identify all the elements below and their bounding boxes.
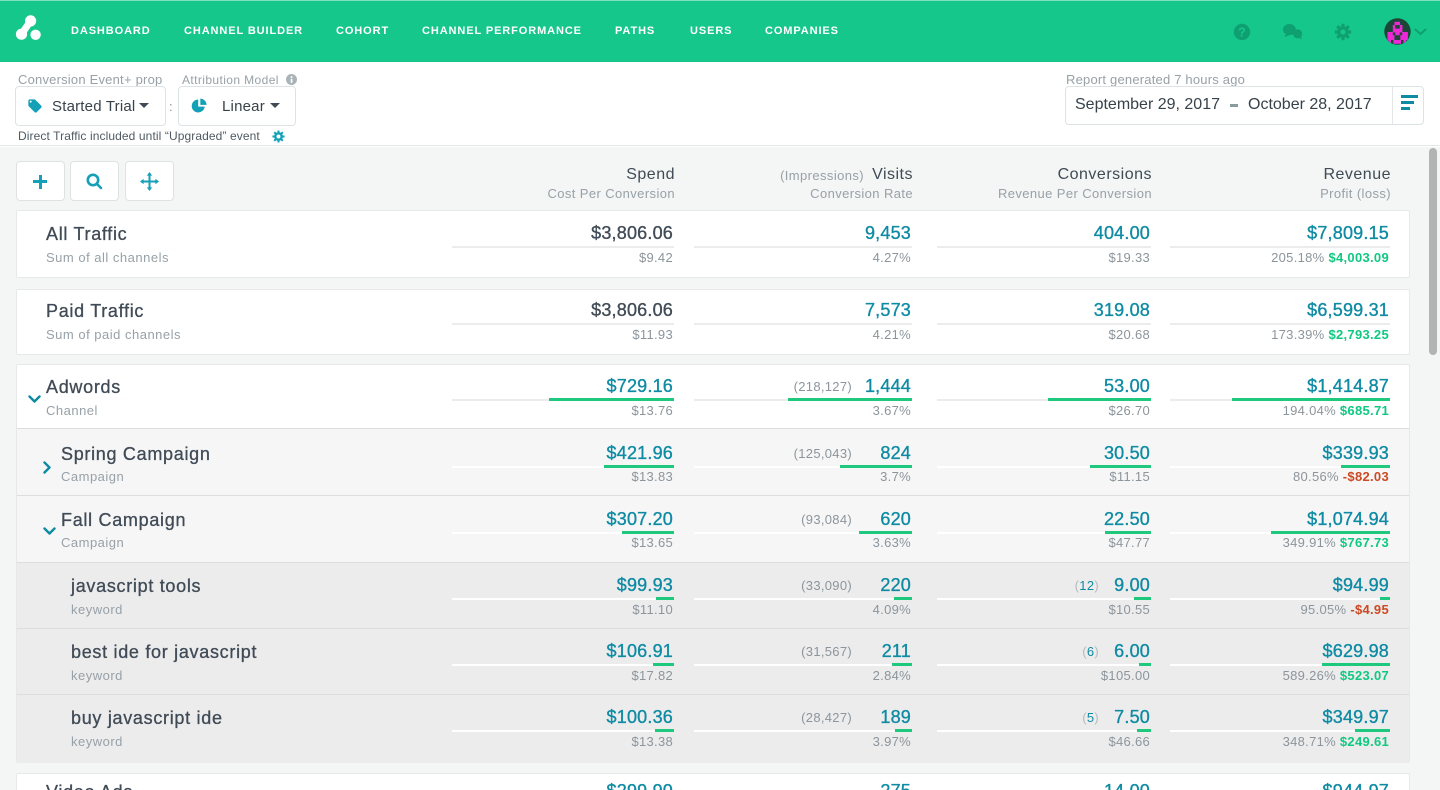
svg-text:?: ? bbox=[1238, 26, 1246, 40]
